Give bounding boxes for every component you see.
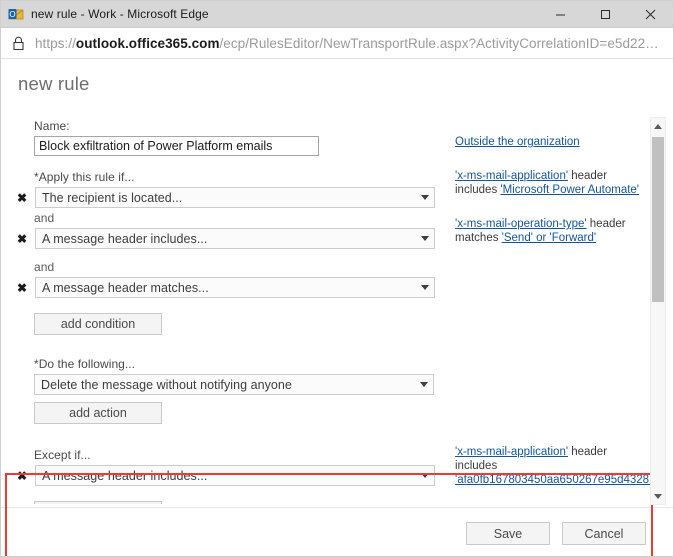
url-path: /ecp/RulesEditor/NewTransportRule.aspx?A… [219,35,659,51]
window-title: new rule - Work - Microsoft Edge [31,7,209,21]
url-host: outlook.office365.com [75,35,220,51]
vertical-scrollbar[interactable] [650,117,666,505]
exception-description: 'x-ms-mail-application' header includes … [455,445,660,487]
add-exception-button[interactable]: add exception [34,501,162,504]
condition-select-1[interactable]: The recipient is located... [35,187,435,208]
scroll-thumb[interactable] [652,137,664,302]
chevron-down-icon [421,473,429,478]
condition-description-3: 'x-ms-mail-operation-type' header matche… [455,217,651,245]
chevron-down-icon [421,195,429,200]
title-bar: O new rule - Work - Microsoft Edge [1,1,673,28]
add-action-button[interactable]: add action [34,402,162,424]
delete-x-icon[interactable]: ✖ [17,228,35,250]
lock-icon [1,36,35,51]
chevron-down-icon [420,382,428,387]
do-the-following-label: *Do the following... [34,357,136,371]
url-scheme: https:// [35,35,76,51]
condition-select-2[interactable]: A message header includes... [35,228,435,249]
exception-link-2[interactable]: 'afa0fb167803450aa650267e95d43287' [455,474,660,486]
condition-description-2: 'x-ms-mail-application' header includes … [455,169,651,197]
cancel-button[interactable]: Cancel [562,522,646,545]
condition-description-1: Outside the organization [455,135,651,149]
rule-form-scroll-area: Name: *Apply this rule if... ✖ The recip… [1,119,673,504]
delete-x-icon[interactable]: ✖ [17,187,35,209]
condition-3-link-2[interactable]: 'Send' or 'Forward' [502,232,596,244]
exception-select-value: A message header includes... [42,468,208,483]
condition-select-1-value: The recipient is located... [42,190,183,205]
delete-x-icon[interactable]: ✖ [17,465,35,487]
condition-row-3: ✖ A message header matches... [17,277,649,299]
condition-3-link-1[interactable]: 'x-ms-mail-operation-type' [455,218,587,230]
close-icon[interactable] [628,1,673,27]
scroll-down-arrow-icon[interactable] [651,488,665,504]
dialog-footer: Save Cancel [1,507,673,556]
save-button[interactable]: Save [466,522,550,545]
browser-window: O new rule - Work - Microsoft Edge https… [0,0,674,557]
condition-1-link-1[interactable]: Outside the organization [455,136,580,148]
condition-2-link-1[interactable]: 'x-ms-mail-application' [455,170,568,182]
condition-2-link-2[interactable]: 'Microsoft Power Automate' [500,184,639,196]
scroll-up-arrow-icon[interactable] [651,118,665,134]
condition-select-3-value: A message header matches... [42,280,209,295]
svg-text:O: O [9,10,15,19]
condition-select-2-value: A message header includes... [42,231,208,246]
action-select[interactable]: Delete the message without notifying any… [34,374,434,395]
chevron-down-icon [421,236,429,241]
exception-select[interactable]: A message header includes... [35,465,435,486]
exception-link-1[interactable]: 'x-ms-mail-application' [455,446,568,458]
and-label-2: and [34,260,55,274]
minimize-icon[interactable] [538,1,583,27]
condition-select-3[interactable]: A message header matches... [35,277,435,298]
rule-name-input[interactable] [34,136,319,156]
url-text[interactable]: https://outlook.office365.com/ecp/RulesE… [35,36,659,51]
outlook-mail-icon: O [8,6,24,22]
page-body: new rule Name: *Apply this rule if... ✖ … [1,59,673,556]
add-condition-button[interactable]: add condition [34,313,162,335]
window-controls [538,1,673,27]
maximize-icon[interactable] [583,1,628,27]
name-label: Name: [34,119,70,133]
action-select-value: Delete the message without notifying any… [41,377,292,392]
delete-x-icon[interactable]: ✖ [17,277,35,299]
chevron-down-icon [421,285,429,290]
page-title: new rule [18,73,90,94]
address-bar[interactable]: https://outlook.office365.com/ecp/RulesE… [1,28,673,59]
